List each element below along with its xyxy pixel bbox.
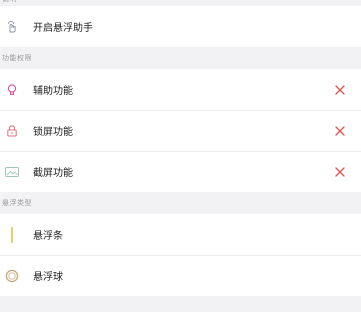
section-title: 说明 xyxy=(2,0,17,4)
lock-screen-permission-row[interactable]: 锁屏功能 xyxy=(0,110,361,151)
row-label: 锁屏功能 xyxy=(33,127,73,138)
floating-bar-row[interactable]: 悬浮条 xyxy=(0,214,361,255)
screenshot-permission-row[interactable]: 截屏功能 xyxy=(0,151,361,192)
section-title: 悬浮类型 xyxy=(2,199,32,207)
card-permissions: 辅助功能 锁屏功能 截屏功能 xyxy=(0,69,361,192)
card-floating-type: 悬浮条 悬浮球 xyxy=(0,214,361,296)
row-label: 辅助功能 xyxy=(33,86,73,97)
section-header-floating-type: 悬浮类型 xyxy=(0,192,361,214)
ball-icon xyxy=(4,268,20,284)
lock-icon xyxy=(4,123,20,139)
card-intro: 开启悬浮助手 xyxy=(0,6,361,47)
floating-ball-row[interactable]: 悬浮球 xyxy=(0,255,361,296)
screenshot-icon xyxy=(4,164,20,180)
remove-icon[interactable] xyxy=(333,124,347,138)
accessibility-permission-row[interactable]: 辅助功能 xyxy=(0,69,361,110)
section-title: 功能权限 xyxy=(2,54,32,62)
row-label: 悬浮条 xyxy=(33,231,63,242)
bar-icon xyxy=(4,226,20,243)
row-label: 开启悬浮助手 xyxy=(33,23,93,34)
touch-icon xyxy=(4,19,20,35)
settings-screen: 说明 开启悬浮助手 功能权限 辅助功能 xyxy=(0,0,361,296)
section-header-permissions: 功能权限 xyxy=(0,47,361,69)
row-label: 悬浮球 xyxy=(33,272,63,283)
row-label: 截屏功能 xyxy=(33,168,73,179)
remove-icon[interactable] xyxy=(333,165,347,179)
open-floating-assistant-row[interactable]: 开启悬浮助手 xyxy=(0,6,361,47)
remove-icon[interactable] xyxy=(333,83,347,97)
bulb-icon xyxy=(4,82,20,98)
